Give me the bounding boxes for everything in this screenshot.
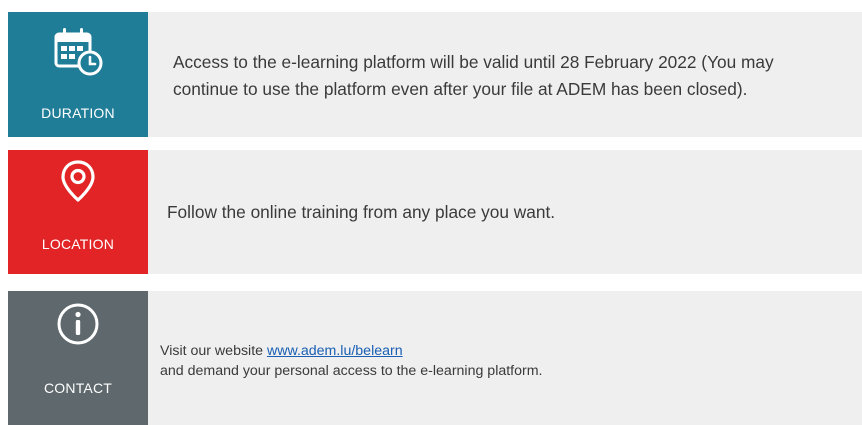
website-link[interactable]: www.adem.lu/belearn <box>267 343 403 359</box>
location-tile: LOCATION <box>8 150 148 274</box>
contact-line-1: Visit our website www.adem.lu/belearn <box>160 341 842 361</box>
info-icon <box>57 303 99 345</box>
location-pin-icon <box>61 160 95 202</box>
contact-line-2: and demand your personal access to the e… <box>160 363 543 379</box>
location-label: LOCATION <box>41 236 115 252</box>
calendar-clock-icon <box>54 28 103 76</box>
duration-text: Access to the e-learning platform will b… <box>173 51 774 99</box>
duration-tile: DURATION <box>8 12 148 137</box>
duration-row: DURATION Access to the e-learning platfo… <box>8 12 862 137</box>
info-panel: DURATION Access to the e-learning platfo… <box>0 0 862 425</box>
contact-row: CONTACT Visit our website www.adem.lu/be… <box>8 291 862 425</box>
contact-label: CONTACT <box>43 380 113 396</box>
contact-text-before-link: Visit our website <box>160 343 267 359</box>
duration-label: DURATION <box>41 105 115 121</box>
location-text: Follow the online training from any plac… <box>167 201 556 222</box>
location-row: LOCATION Follow the online training from… <box>8 150 862 274</box>
contact-tile: CONTACT <box>8 291 148 425</box>
contact-text: Visit our website www.adem.lu/belearn an… <box>148 291 862 425</box>
